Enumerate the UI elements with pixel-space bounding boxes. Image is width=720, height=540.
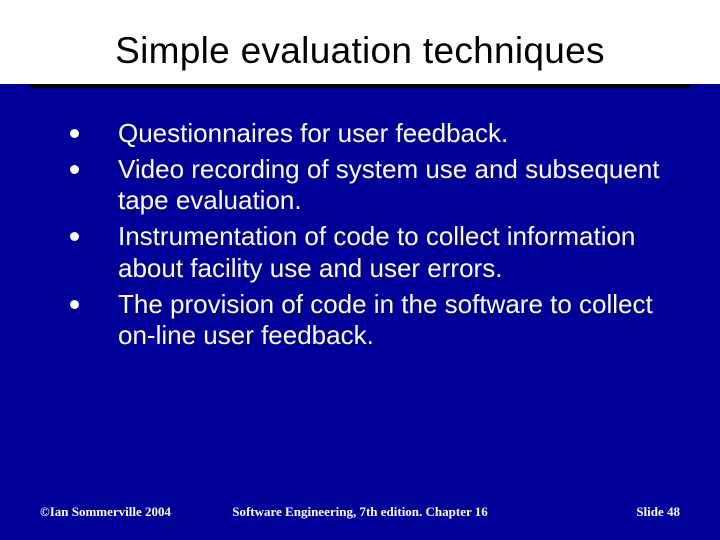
footer-left: ©Ian Sommerville 2004	[40, 504, 171, 520]
list-item: The provision of code in the software to…	[70, 289, 680, 352]
list-item: Questionnaires for user feedback.	[70, 118, 680, 150]
list-item: Instrumentation of code to collect infor…	[70, 221, 680, 284]
footer-center: Software Engineering, 7th edition. Chapt…	[232, 504, 488, 520]
footer-right: Slide 48	[636, 504, 680, 520]
slide-title: Simple evaluation techniques	[0, 0, 720, 84]
slide-footer: ©Ian Sommerville 2004 Software Engineeri…	[0, 504, 720, 520]
list-item: Video recording of system use and subseq…	[70, 154, 680, 217]
bullet-list: Questionnaires for user feedback. Video …	[70, 118, 680, 352]
slide-body: Questionnaires for user feedback. Video …	[0, 88, 720, 352]
slide: Simple evaluation techniques Questionnai…	[0, 0, 720, 540]
